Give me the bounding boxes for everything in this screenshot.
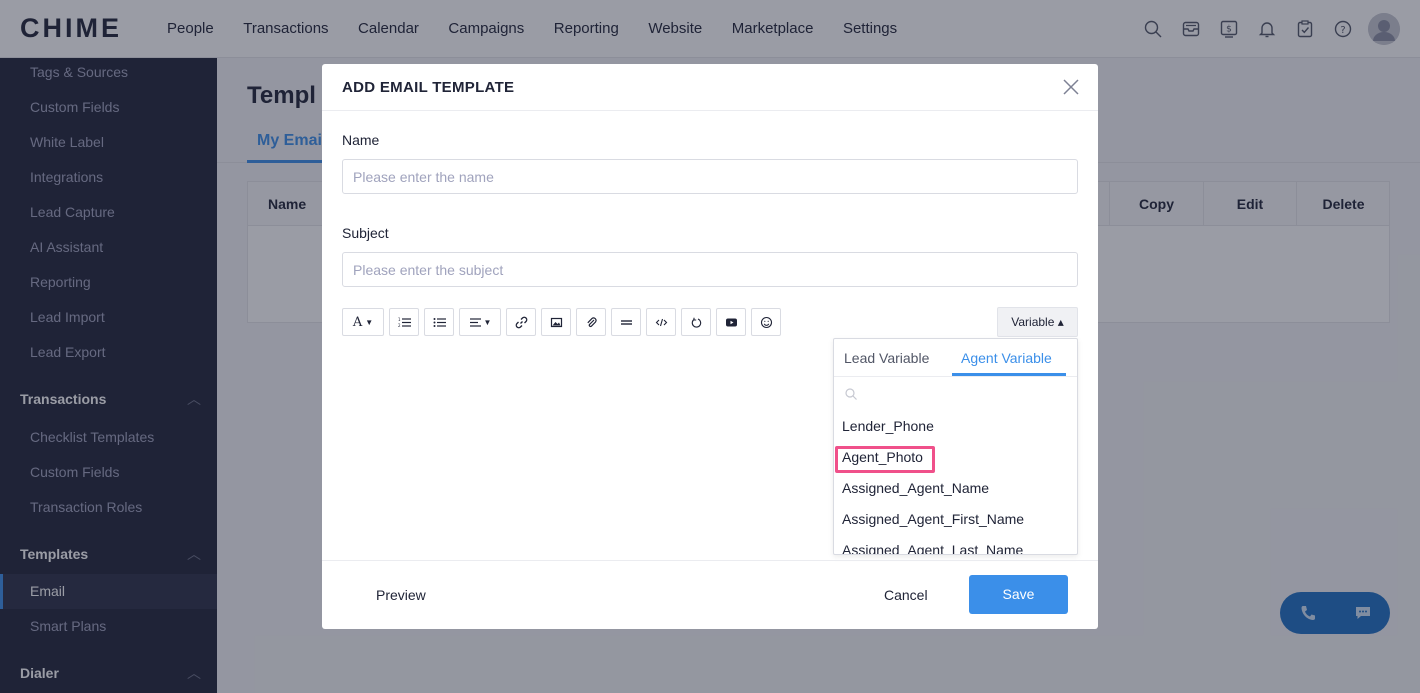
add-email-template-modal: ADD EMAIL TEMPLATE Name Subject A▼ 12 ▼ (322, 64, 1098, 629)
link-icon (515, 316, 527, 328)
undo-icon (691, 317, 701, 328)
modal-footer: Preview Cancel Save (322, 560, 1098, 629)
image-icon (550, 317, 562, 327)
variable-button[interactable]: Variable ▴ (997, 307, 1078, 337)
name-input[interactable] (342, 159, 1078, 194)
cancel-button[interactable]: Cancel (884, 587, 928, 603)
variable-option[interactable]: Assigned_Agent_Name (842, 480, 989, 496)
ordered-list-icon: 12 (398, 317, 411, 328)
highlight-box (835, 446, 935, 473)
editor-toolbar: A ▼ 12 ▼ (342, 308, 786, 336)
video-button[interactable] (716, 308, 746, 336)
font-button[interactable]: A ▼ (342, 308, 384, 336)
bullet-list-button[interactable] (424, 308, 454, 336)
emoji-button[interactable] (751, 308, 781, 336)
horizontal-rule-icon (620, 319, 632, 325)
video-icon (725, 318, 737, 326)
tab-lead-variable[interactable]: Lead Variable (844, 350, 929, 366)
preview-button[interactable]: Preview (376, 587, 426, 603)
caret-down-icon: ▼ (483, 317, 492, 327)
variable-option[interactable]: Assigned_Agent_First_Name (842, 511, 1024, 527)
search-icon[interactable] (844, 387, 858, 401)
subject-input[interactable] (342, 252, 1078, 287)
divider-button[interactable] (611, 308, 641, 336)
name-label: Name (342, 132, 380, 148)
paperclip-icon (586, 316, 597, 327)
variable-option[interactable]: Lender_Phone (842, 418, 934, 434)
tab-agent-variable[interactable]: Agent Variable (961, 350, 1052, 366)
align-button[interactable]: ▼ (459, 308, 501, 336)
close-icon[interactable] (1062, 78, 1080, 96)
variable-tabs: Lead Variable Agent Variable (834, 339, 1077, 377)
image-button[interactable] (541, 308, 571, 336)
undo-button[interactable] (681, 308, 711, 336)
svg-text:2: 2 (398, 323, 401, 328)
bullet-list-icon (433, 317, 446, 327)
caret-down-icon: ▼ (365, 317, 374, 327)
svg-text:1: 1 (398, 317, 401, 322)
link-button[interactable] (506, 308, 536, 336)
font-icon: A (352, 314, 363, 330)
code-icon (655, 318, 667, 326)
ordered-list-button[interactable]: 12 (389, 308, 419, 336)
attachment-button[interactable] (576, 308, 606, 336)
align-icon (469, 317, 481, 327)
modal-title: ADD EMAIL TEMPLATE (342, 79, 515, 96)
save-button[interactable]: Save (969, 575, 1068, 614)
variable-dropdown: Lead Variable Agent Variable Lender_Phon… (833, 338, 1078, 555)
variable-option[interactable]: Assigned_Agent_Last_Name (842, 542, 1023, 554)
emoji-icon (760, 316, 772, 328)
subject-label: Subject (342, 225, 389, 241)
modal-header: ADD EMAIL TEMPLATE (322, 64, 1098, 111)
code-button[interactable] (646, 308, 676, 336)
active-tab-indicator (952, 373, 1066, 376)
